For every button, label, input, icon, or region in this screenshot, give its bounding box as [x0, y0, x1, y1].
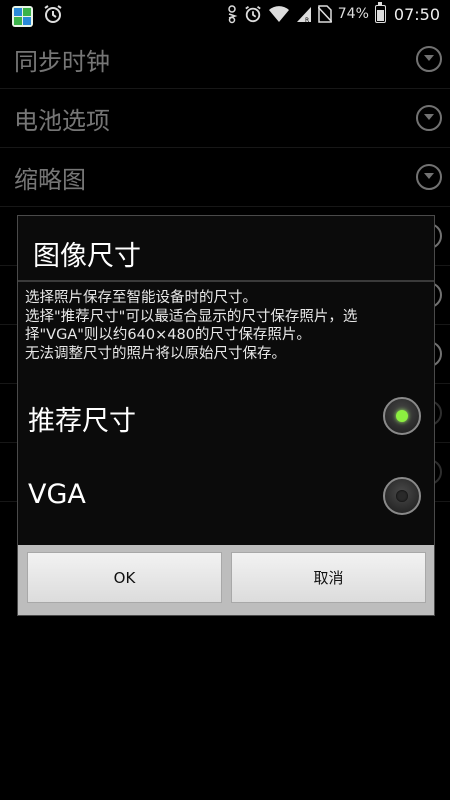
- dialog-message-line: 择"VGA"则以约640×480的尺寸保存照片。: [25, 327, 311, 343]
- cancel-button[interactable]: 取消: [231, 552, 426, 603]
- status-bar: R 74% 07:50: [0, 0, 450, 30]
- battery-icon: [374, 2, 386, 23]
- dialog-message-line: 选择"推荐尺寸"可以最适合显示的尺寸保存照片，选: [25, 308, 358, 325]
- dialog-message: 选择照片保存至智能设备时的尺寸。 选择"推荐尺寸"可以最适合显示的尺寸保存照片，…: [25, 289, 431, 363]
- no-sim-icon: [317, 5, 332, 23]
- radio-button[interactable]: [383, 477, 421, 515]
- radio-button-selected[interactable]: [383, 397, 421, 435]
- app-icon: [12, 5, 33, 27]
- dialog-message-line: 选择照片保存至智能设备时的尺寸。: [25, 290, 257, 306]
- clock-time: 07:50: [393, 4, 440, 24]
- image-size-dialog: 图像尺寸 选择照片保存至智能设备时的尺寸。 选择"推荐尺寸"可以最适合显示的尺寸…: [17, 215, 435, 616]
- wifi-icon: [268, 5, 290, 23]
- data-icon: [226, 4, 238, 24]
- battery-percent: 74%: [337, 6, 369, 22]
- dialog-divider: [18, 280, 434, 282]
- dialog-button-bar: OK 取消: [18, 545, 434, 615]
- option-vga[interactable]: VGA: [18, 457, 434, 537]
- option-recommended-size[interactable]: 推荐尺寸: [18, 377, 434, 457]
- svg-text:R: R: [305, 17, 309, 23]
- dialog-message-line: 无法调整尺寸的照片将以原始尺寸保存。: [25, 345, 286, 362]
- signal-icon: R: [296, 5, 312, 23]
- option-label: VGA: [28, 479, 86, 510]
- option-label: 推荐尺寸: [28, 406, 136, 437]
- dialog-title: 图像尺寸: [33, 241, 141, 272]
- alarm-icon: [43, 4, 63, 28]
- ok-button[interactable]: OK: [27, 552, 222, 603]
- alarm-icon: [244, 5, 262, 23]
